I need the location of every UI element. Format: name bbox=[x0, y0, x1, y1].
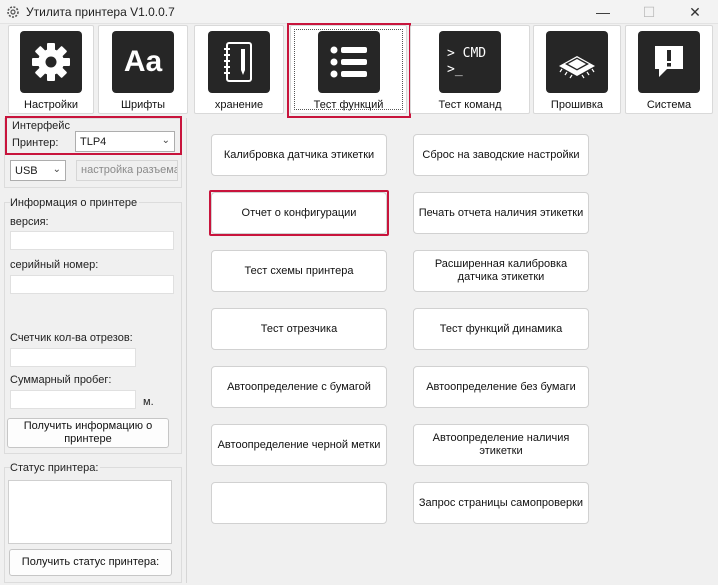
tab-label: Система bbox=[646, 99, 692, 111]
auto-detect-black-mark-button[interactable]: Автоопределение черной метки bbox=[211, 424, 387, 466]
tab-label: хранение bbox=[214, 99, 264, 111]
cutter-count-label: Счетчик кол-ва отрезов: bbox=[10, 332, 133, 344]
tab-fonts[interactable]: Aa Шрифты bbox=[98, 25, 188, 114]
self-test-page-button[interactable]: Запрос страницы самопроверки bbox=[413, 482, 589, 524]
printer-select-value: TLP4 bbox=[80, 135, 107, 148]
cutter-test-button[interactable]: Тест отрезчика bbox=[211, 308, 387, 350]
port-settings-button[interactable]: настройка разъема bbox=[76, 160, 178, 181]
auto-detect-no-paper-button[interactable]: Автоопределение без бумаги bbox=[413, 366, 589, 408]
version-label: версия: bbox=[10, 216, 49, 228]
tab-label: Тест функций bbox=[313, 99, 384, 111]
gear-app-icon bbox=[7, 6, 19, 18]
version-field[interactable] bbox=[10, 231, 174, 250]
alert-icon bbox=[638, 31, 700, 93]
factory-reset-button[interactable]: Сброс на заводские настройки bbox=[413, 134, 589, 176]
tab-label: Прошивка bbox=[550, 99, 604, 111]
serial-field[interactable] bbox=[10, 275, 174, 294]
tab-system[interactable]: Система bbox=[625, 25, 713, 114]
get-info-button[interactable]: Получить информацию о принтере bbox=[7, 418, 169, 448]
port-select-value: USB bbox=[15, 164, 38, 177]
label-presence-report-button[interactable]: Печать отчета наличия этикетки bbox=[413, 192, 589, 234]
tab-label: Шрифты bbox=[120, 99, 166, 111]
mileage-unit: м. bbox=[143, 396, 154, 408]
port-select[interactable]: USB ⌄ bbox=[10, 160, 66, 181]
terminal-icon: > CMD >_ bbox=[439, 31, 501, 93]
tab-settings[interactable]: Настройки bbox=[8, 25, 94, 114]
maximize-button[interactable]: ☐ bbox=[626, 0, 672, 24]
window-title: Утилита принтера V1.0.0.7 bbox=[26, 5, 175, 19]
tab-label: Настройки bbox=[24, 99, 78, 111]
printer-select[interactable]: TLP4 ⌄ bbox=[75, 131, 175, 152]
empty-function-button[interactable] bbox=[211, 482, 387, 524]
close-button[interactable]: ✕ bbox=[672, 0, 718, 24]
auto-detect-label-button[interactable]: Автоопределение наличия этикетки bbox=[413, 424, 589, 466]
tab-label: Тест команд bbox=[438, 99, 502, 111]
speaker-test-button[interactable]: Тест функций динамика bbox=[413, 308, 589, 350]
serial-label: серийный номер: bbox=[10, 259, 99, 271]
printer-status-title: Статус принтера: bbox=[10, 462, 101, 474]
extended-calibration-button[interactable]: Расширенная калибровка датчика этикетки bbox=[413, 250, 589, 292]
chevron-down-icon: ⌄ bbox=[161, 135, 170, 146]
font-icon: Aa bbox=[112, 31, 174, 93]
interface-title: Интерфейс bbox=[12, 120, 70, 132]
mileage-field[interactable] bbox=[10, 390, 136, 409]
printer-label: Принтер: bbox=[12, 137, 59, 149]
chevron-down-icon: ⌄ bbox=[52, 164, 61, 175]
minimize-button[interactable]: — bbox=[580, 0, 626, 24]
list-icon bbox=[317, 31, 380, 93]
notebook-icon bbox=[208, 31, 270, 93]
tab-function-test[interactable]: Тест функций bbox=[290, 25, 407, 114]
printer-circuit-test-button[interactable]: Тест схемы принтера bbox=[211, 250, 387, 292]
printer-status-textarea[interactable] bbox=[8, 480, 172, 544]
label-sensor-calibration-button[interactable]: Калибровка датчика этикетки bbox=[211, 134, 387, 176]
chip-icon bbox=[546, 31, 608, 93]
tab-storage[interactable]: хранение bbox=[194, 25, 284, 114]
tab-firmware[interactable]: Прошивка bbox=[533, 25, 621, 114]
get-status-button[interactable]: Получить статус принтера: bbox=[9, 549, 172, 576]
cutter-count-field[interactable] bbox=[10, 348, 136, 367]
auto-detect-paper-button[interactable]: Автоопределение с бумагой bbox=[211, 366, 387, 408]
config-report-button[interactable]: Отчет о конфигурации bbox=[211, 192, 387, 234]
mileage-label: Суммарный пробег: bbox=[10, 374, 112, 386]
printer-info-title: Информация о принтере bbox=[10, 197, 140, 209]
gear-icon bbox=[20, 31, 82, 93]
tab-command-test[interactable]: > CMD >_ Тест команд bbox=[410, 25, 530, 114]
